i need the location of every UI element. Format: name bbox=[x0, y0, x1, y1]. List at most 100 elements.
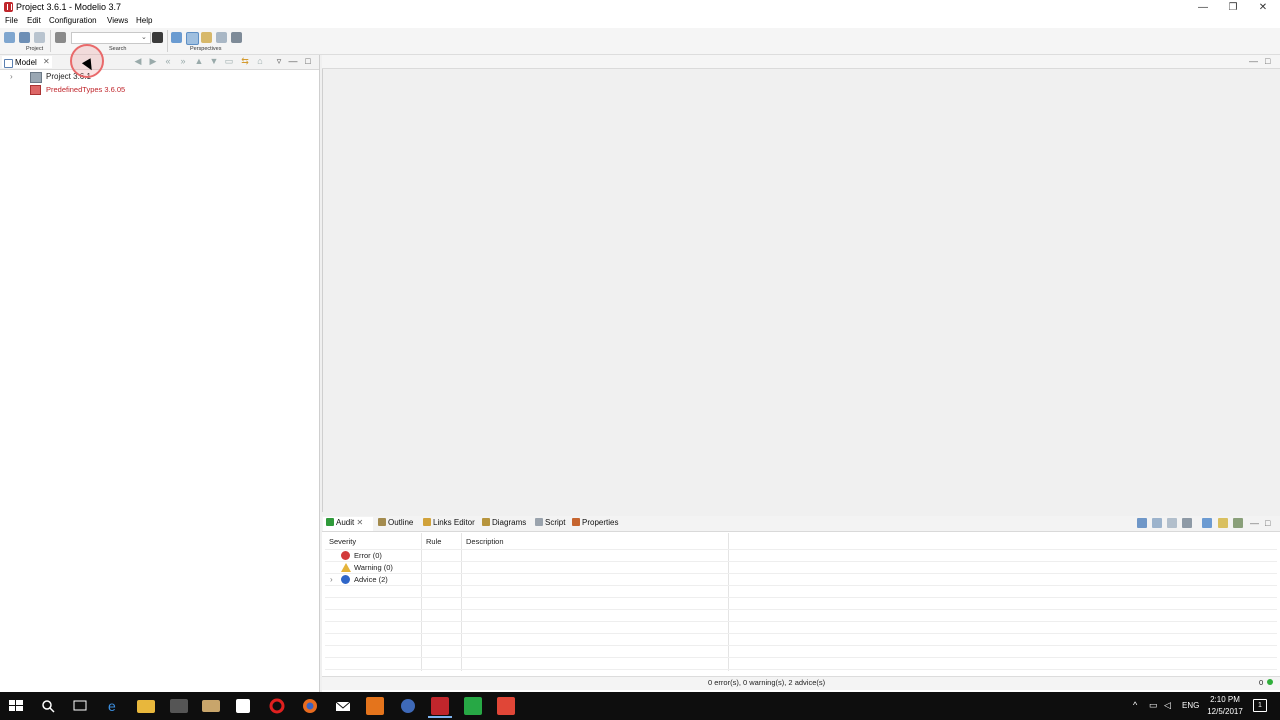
down-arrow-icon[interactable]: ▼ bbox=[209, 57, 219, 66]
table-row[interactable]: Advice (2) bbox=[354, 575, 388, 584]
clock-time[interactable]: 2:10 PM bbox=[1207, 695, 1243, 704]
tree-expand-icon[interactable]: › bbox=[330, 575, 333, 584]
mail-icon[interactable] bbox=[334, 697, 352, 715]
menu-edit[interactable]: Edit bbox=[27, 16, 41, 25]
column-header-severity[interactable]: Severity bbox=[329, 537, 356, 546]
maximize-panel-icon[interactable]: □ bbox=[303, 57, 313, 66]
firefox-icon[interactable] bbox=[301, 697, 319, 715]
tray-expand-icon[interactable]: ^ bbox=[1133, 700, 1137, 710]
minimize-bottom-panel-icon[interactable]: — bbox=[1250, 518, 1259, 528]
modelio-taskbar-icon[interactable] bbox=[431, 697, 449, 715]
minimize-button[interactable]: — bbox=[1188, 0, 1218, 15]
close-button[interactable]: ✕ bbox=[1248, 0, 1278, 15]
diagram-icon bbox=[482, 518, 490, 526]
menu-help[interactable]: Help bbox=[136, 16, 152, 25]
audit-filter-icon[interactable] bbox=[1137, 518, 1147, 528]
status-count: 0 bbox=[1259, 678, 1264, 687]
row-divider bbox=[325, 621, 1277, 622]
menu-configuration[interactable]: Configuration bbox=[49, 16, 97, 25]
perspective-modeling-icon[interactable] bbox=[171, 32, 182, 43]
script-icon bbox=[535, 518, 543, 526]
minimize-panel-icon[interactable]: — bbox=[288, 57, 298, 66]
warning-icon bbox=[341, 563, 351, 572]
column-header-description[interactable]: Description bbox=[466, 537, 504, 546]
tab-script[interactable]: Script bbox=[535, 518, 565, 530]
restore-button[interactable]: ❐ bbox=[1218, 0, 1248, 15]
up-arrow-icon[interactable]: ▲ bbox=[194, 57, 204, 66]
tree-expand-icon[interactable]: › bbox=[10, 72, 13, 81]
forward-arrow-icon[interactable]: ▶ bbox=[148, 57, 158, 66]
column-header-rule[interactable]: Rule bbox=[426, 537, 441, 546]
store-icon[interactable] bbox=[170, 699, 188, 713]
svg-text:e: e bbox=[108, 698, 116, 714]
calendar-app-icon[interactable] bbox=[236, 699, 250, 713]
media-icon[interactable] bbox=[202, 700, 220, 712]
check-icon[interactable] bbox=[1202, 518, 1212, 528]
tree-item-predefined-types[interactable]: PredefinedTypes 3.6.05 bbox=[46, 85, 125, 94]
app-green-icon[interactable] bbox=[464, 697, 482, 715]
chevron-down-icon[interactable]: ⌄ bbox=[141, 33, 147, 41]
tab-links-editor[interactable]: Links Editor bbox=[423, 518, 475, 530]
view-menu-icon[interactable]: ▿ bbox=[274, 57, 284, 66]
menu-file[interactable]: File bbox=[5, 16, 18, 25]
model-explorer-panel bbox=[0, 55, 320, 692]
tab-diagrams[interactable]: Diagrams bbox=[482, 518, 526, 530]
table-row[interactable]: Error (0) bbox=[354, 551, 382, 560]
back-arrow-icon[interactable]: ◀ bbox=[133, 57, 143, 66]
perspective-diagram-icon[interactable] bbox=[216, 32, 227, 43]
audit-view-icon[interactable] bbox=[1152, 518, 1162, 528]
volume-icon[interactable]: ◁ bbox=[1164, 700, 1171, 711]
opera-icon[interactable] bbox=[268, 697, 286, 715]
close-icon[interactable]: ✕ bbox=[356, 518, 363, 527]
perspective-active-icon[interactable] bbox=[186, 32, 199, 45]
app-orange-icon[interactable] bbox=[366, 697, 384, 715]
file-explorer-icon[interactable] bbox=[137, 700, 155, 713]
audit-table bbox=[325, 533, 1277, 671]
next-icon[interactable]: » bbox=[178, 57, 188, 66]
windows-start-icon[interactable] bbox=[7, 697, 25, 715]
tools-icon[interactable] bbox=[55, 32, 66, 43]
search-group-label: Search bbox=[109, 46, 127, 52]
redo-icon[interactable] bbox=[34, 32, 45, 43]
project-icon bbox=[30, 72, 42, 83]
search-input[interactable] bbox=[71, 32, 151, 44]
run-audit-icon[interactable] bbox=[1218, 518, 1228, 528]
row-divider bbox=[325, 633, 1277, 634]
link-with-editor-icon[interactable]: ⇆ bbox=[240, 57, 250, 66]
maximize-editor-icon[interactable]: □ bbox=[1265, 56, 1270, 66]
task-view-icon[interactable] bbox=[71, 697, 89, 715]
close-icon[interactable]: ✕ bbox=[43, 57, 50, 66]
app-red-icon[interactable] bbox=[497, 697, 515, 715]
settings-icon[interactable] bbox=[1233, 518, 1243, 528]
perspectives-group-label: Perspectives bbox=[190, 46, 222, 52]
menu-views[interactable]: Views bbox=[107, 16, 128, 25]
title-bar bbox=[0, 0, 1280, 15]
minimize-editor-icon[interactable]: — bbox=[1249, 56, 1258, 66]
save-icon[interactable] bbox=[4, 32, 15, 43]
collapse-all-icon[interactable]: ▭ bbox=[224, 57, 234, 66]
audit-tree-icon[interactable] bbox=[1182, 518, 1192, 528]
network-icon[interactable]: ▭ bbox=[1149, 700, 1158, 711]
perspective-table-icon[interactable] bbox=[231, 32, 242, 43]
row-divider bbox=[325, 597, 1277, 598]
language-indicator[interactable]: ENG bbox=[1182, 701, 1199, 710]
window-title: Project 3.6.1 - Modelio 3.7 bbox=[16, 2, 122, 12]
undo-icon[interactable] bbox=[19, 32, 30, 43]
edge-browser-icon[interactable]: e bbox=[105, 697, 123, 715]
maximize-bottom-panel-icon[interactable]: □ bbox=[1265, 518, 1270, 528]
table-row[interactable]: Warning (0) bbox=[354, 563, 393, 572]
app-security-icon[interactable] bbox=[399, 697, 417, 715]
notification-center-icon[interactable]: 1 bbox=[1253, 699, 1267, 712]
previous-icon[interactable]: « bbox=[163, 57, 173, 66]
clock-date[interactable]: 12/5/2017 bbox=[1204, 707, 1246, 716]
active-app-indicator bbox=[428, 716, 452, 718]
tab-properties[interactable]: Properties bbox=[572, 518, 618, 530]
search-icon[interactable] bbox=[39, 697, 57, 715]
audit-list-icon[interactable] bbox=[1167, 518, 1177, 528]
filter-icon[interactable]: ⌂ bbox=[255, 57, 265, 66]
editor-tab-strip bbox=[322, 55, 1280, 69]
tab-audit[interactable]: Audit ✕ bbox=[326, 518, 363, 530]
tab-outline[interactable]: Outline bbox=[378, 518, 413, 530]
binoculars-icon[interactable] bbox=[152, 32, 163, 43]
perspective-requirements-icon[interactable] bbox=[201, 32, 212, 43]
